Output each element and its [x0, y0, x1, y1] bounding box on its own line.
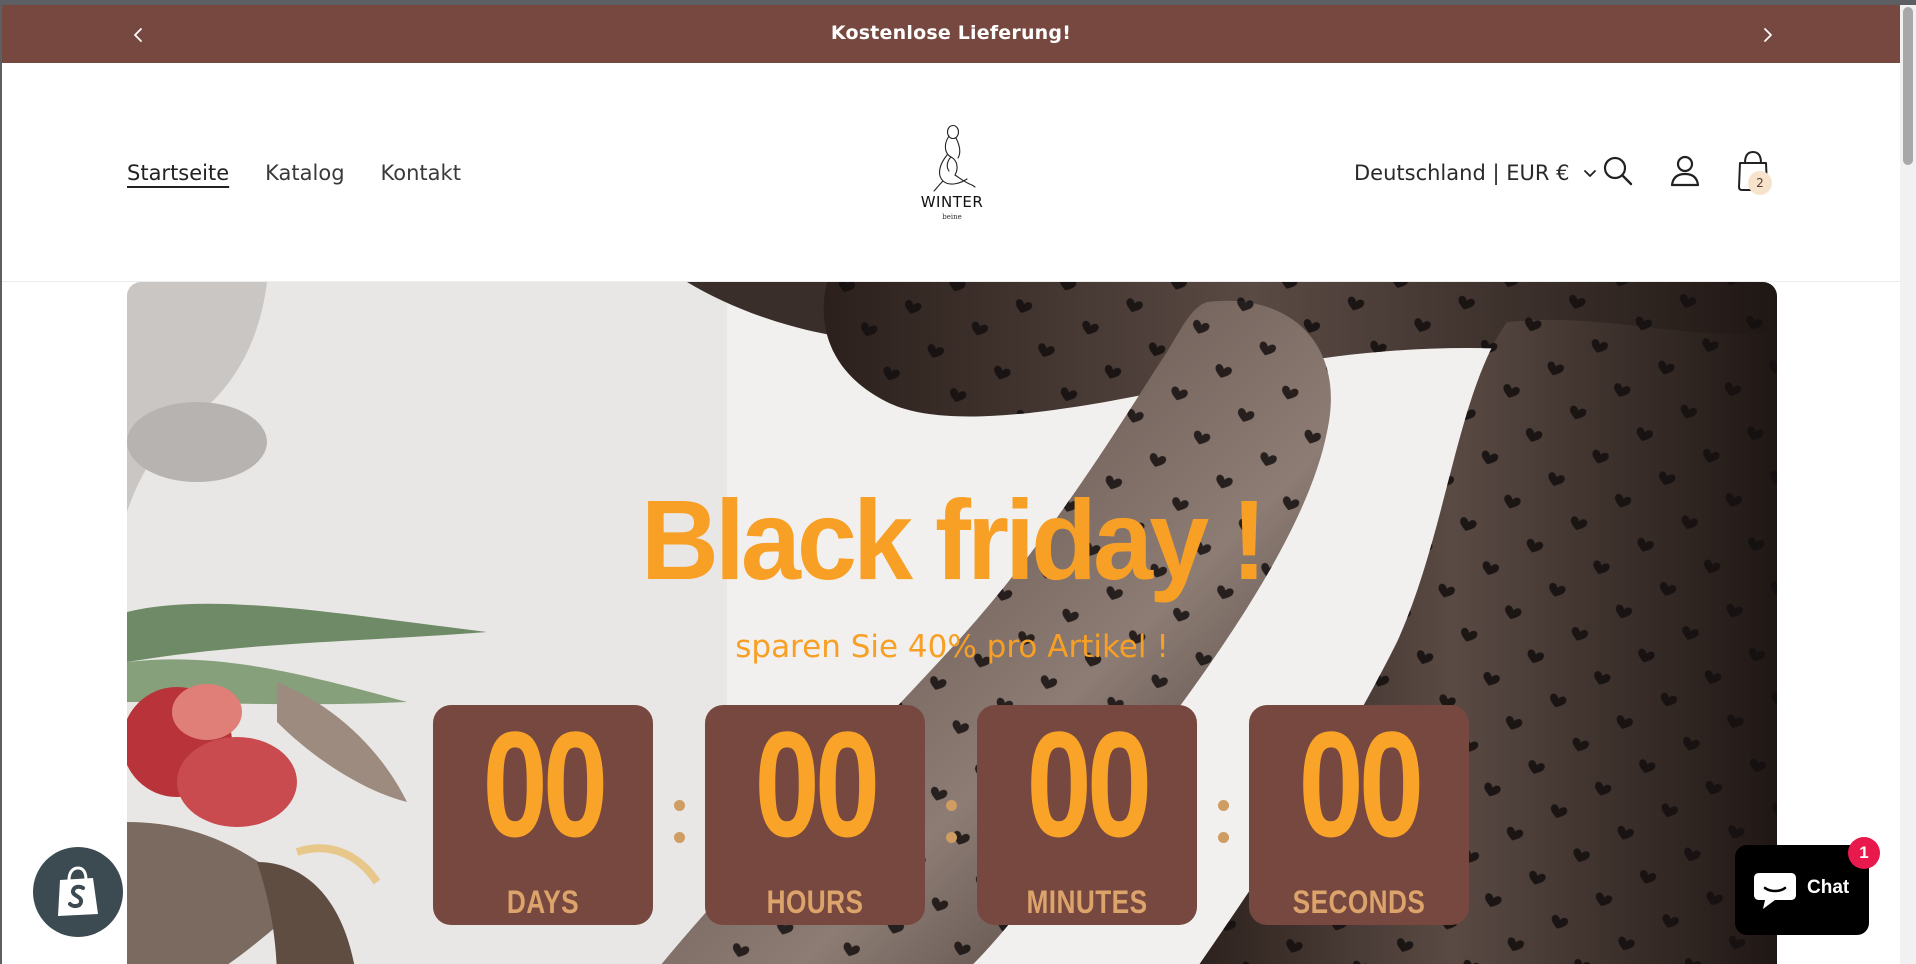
scrollbar[interactable] [1900, 5, 1916, 964]
countdown-seconds-value: 00 [1298, 700, 1424, 868]
countdown-hours: 00 HOURS [705, 705, 925, 925]
countdown-timer: 00 DAYS 00 HOURS 00 MINUTES 00 SECONDS [433, 705, 1469, 925]
countdown-minutes-value: 00 [1026, 700, 1152, 868]
countdown-hours-label: HOURS [766, 884, 864, 920]
account-icon [1670, 155, 1700, 187]
search-icon [1603, 156, 1633, 186]
cart-count-badge: 2 [1748, 171, 1772, 195]
countdown-minutes: 00 MINUTES [977, 705, 1197, 925]
nav-item-startseite[interactable]: Startseite [127, 161, 229, 185]
country-label: Deutschland | EUR € [1354, 161, 1570, 185]
chevron-down-icon [1584, 170, 1597, 177]
logo[interactable]: WINTER beine [917, 121, 987, 231]
logo-wordmark: WINTER [921, 193, 984, 211]
countdown-separator [925, 705, 977, 925]
main-nav: Startseite Katalog Kontakt [127, 161, 461, 185]
nav-item-katalog[interactable]: Katalog [265, 161, 344, 185]
chat-label: Chat [1807, 877, 1850, 898]
account-button[interactable] [1667, 153, 1703, 189]
scrollbar-thumb[interactable] [1903, 7, 1913, 165]
chat-bubble-icon [1754, 873, 1796, 909]
search-button[interactable] [1600, 153, 1636, 189]
chat-notification-badge: 1 [1848, 837, 1880, 869]
hero-headline: Black friday ! [640, 475, 1267, 604]
country-selector[interactable]: Deutschland | EUR € [1354, 161, 1599, 185]
page: Kostenlose Lieferung! Startseite Katalog… [2, 5, 1900, 964]
countdown-minutes-label: MINUTES [1026, 884, 1148, 920]
hero-subline: sparen Sie 40% pro Artikel ! [735, 629, 1169, 665]
nav-item-kontakt[interactable]: Kontakt [381, 161, 461, 185]
countdown-days: 00 DAYS [433, 705, 653, 925]
logo-subtitle: beine [942, 213, 962, 221]
countdown-days-label: DAYS [506, 884, 580, 920]
countdown-separator [1197, 705, 1249, 925]
countdown-hours-value: 00 [754, 700, 880, 868]
hero-banner: Black friday ! sparen Sie 40% pro Artike… [127, 282, 1777, 964]
countdown-separator [653, 705, 705, 925]
announcement-bar: Kostenlose Lieferung! [2, 5, 1900, 63]
chevron-right-icon [1764, 28, 1772, 42]
countdown-seconds-label: SECONDS [1292, 884, 1426, 920]
shopify-bag-icon [58, 866, 98, 916]
site-header: Startseite Katalog Kontakt WINTER beine … [2, 63, 1900, 282]
announcement-text: Kostenlose Lieferung! [830, 22, 1072, 44]
countdown-days-value: 00 [482, 700, 608, 868]
countdown-seconds: 00 SECONDS [1249, 705, 1469, 925]
shopify-button[interactable] [33, 847, 123, 937]
announcement-next-button[interactable] [1752, 20, 1782, 50]
